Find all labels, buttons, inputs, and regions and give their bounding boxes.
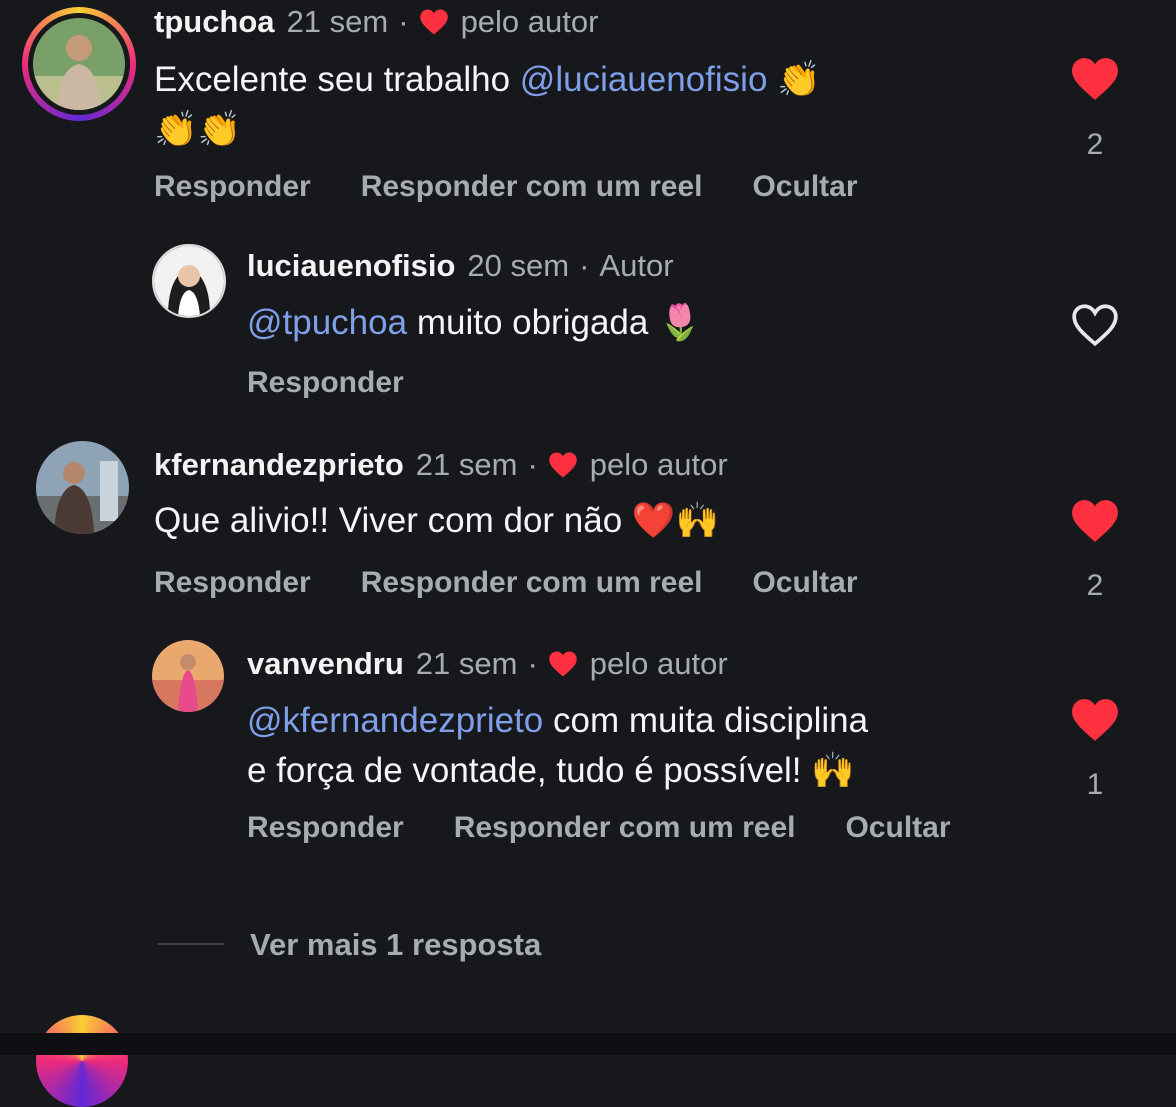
avatar[interactable] [152,640,224,712]
heart-icon [419,9,448,35]
comment-body: Excelente seu trabalho [154,60,520,99]
mention-link[interactable]: @tpuchoa [247,303,407,342]
avatar[interactable] [36,441,129,534]
reply-button[interactable]: Responder [247,366,404,400]
comment-meta: tpuchoa 21 sem · pelo autor [154,4,598,40]
tulip-emoji: 🌷 [658,303,702,343]
comment-body: e força de vontade, tudo é possível! [247,751,812,790]
username[interactable]: tpuchoa [154,4,275,40]
author-badge: pelo autor [460,4,599,39]
separator: · [398,4,409,39]
raised-hands-emoji: 🙌 [811,751,855,791]
username[interactable]: vanvendru [247,646,404,682]
comment-text: @kfernandezprieto com muita disciplina [247,697,868,745]
separator: · [579,248,590,283]
author-badge: Autor [599,248,674,283]
reply-with-reel-button[interactable]: Responder com um reel [361,170,703,204]
comment-body: Que alivio!! Viver com dor não [154,501,632,540]
reply-with-reel-button[interactable]: Responder com um reel [454,811,796,845]
heart-icon [549,452,577,478]
heart-icon [1072,58,1118,100]
mention-link[interactable]: @luciauenofisio [520,60,768,99]
hide-button[interactable]: Ocultar [752,170,857,204]
story-ring[interactable] [36,1015,128,1107]
comment-meta: kfernandezprieto 21 sem · pelo autor [154,447,728,483]
comment-actions: Responder Responder com um reel Ocultar [247,811,1001,845]
hide-button[interactable]: Ocultar [752,566,857,600]
comment-body: muito obrigada [407,303,659,342]
comment-actions: Responder Responder com um reel Ocultar [154,566,908,600]
timestamp: 21 sem [286,4,389,39]
timestamp: 21 sem [415,447,518,482]
reply-with-reel-button[interactable]: Responder com um reel [361,566,703,600]
mention-link[interactable]: @kfernandezprieto [247,701,543,740]
reply-button[interactable]: Responder [154,170,311,204]
like-button[interactable] [1070,302,1120,348]
hide-button[interactable]: Ocultar [845,811,950,845]
comment-text: Que alivio!! Viver com dor não ❤️🙌 [154,497,719,545]
heart-icon [1072,500,1118,542]
comment-meta: vanvendru 21 sem · pelo autor [247,646,728,682]
clap-emoji: 👏 [777,60,821,100]
heart-icon [1072,699,1118,741]
heart-hands-emoji: ❤️🙌 [631,501,720,541]
comment-text-line2: 👏👏 [154,110,242,150]
separator: · [527,646,538,681]
bottom-bar [0,1033,1176,1055]
comment-text-line2: e força de vontade, tudo é possível! 🙌 [247,747,855,795]
like-button[interactable] [1070,697,1120,743]
comment-text: Excelente seu trabalho @luciauenofisio 👏 [154,56,821,104]
avatar[interactable] [152,244,226,318]
view-more-replies-button[interactable]: Ver mais 1 resposta [250,927,541,963]
like-button[interactable] [1070,56,1120,102]
username[interactable]: luciauenofisio [247,248,455,284]
comment-body: com muita disciplina [543,701,869,740]
comment-text: @tpuchoa muito obrigada 🌷 [247,299,702,347]
like-count: 1 [1086,768,1104,801]
comment-meta: luciauenofisio 20 sem · Autor [247,248,674,284]
comment-actions: Responder [247,366,454,400]
like-count: 2 [1086,569,1104,602]
timestamp: 21 sem [415,646,518,681]
comment-actions: Responder Responder com um reel Ocultar [154,170,908,204]
separator: · [527,447,538,482]
author-badge: pelo autor [589,447,728,482]
heart-icon [549,651,577,677]
heart-outline-icon [1072,304,1118,347]
reply-button[interactable]: Responder [154,566,311,600]
avatar[interactable] [33,18,125,110]
reply-button[interactable]: Responder [247,811,404,845]
author-badge: pelo autor [589,646,728,681]
timestamp: 20 sem [467,248,570,283]
like-button[interactable] [1070,498,1120,544]
like-count: 2 [1086,128,1104,161]
divider [158,943,224,945]
username[interactable]: kfernandezprieto [154,447,404,483]
